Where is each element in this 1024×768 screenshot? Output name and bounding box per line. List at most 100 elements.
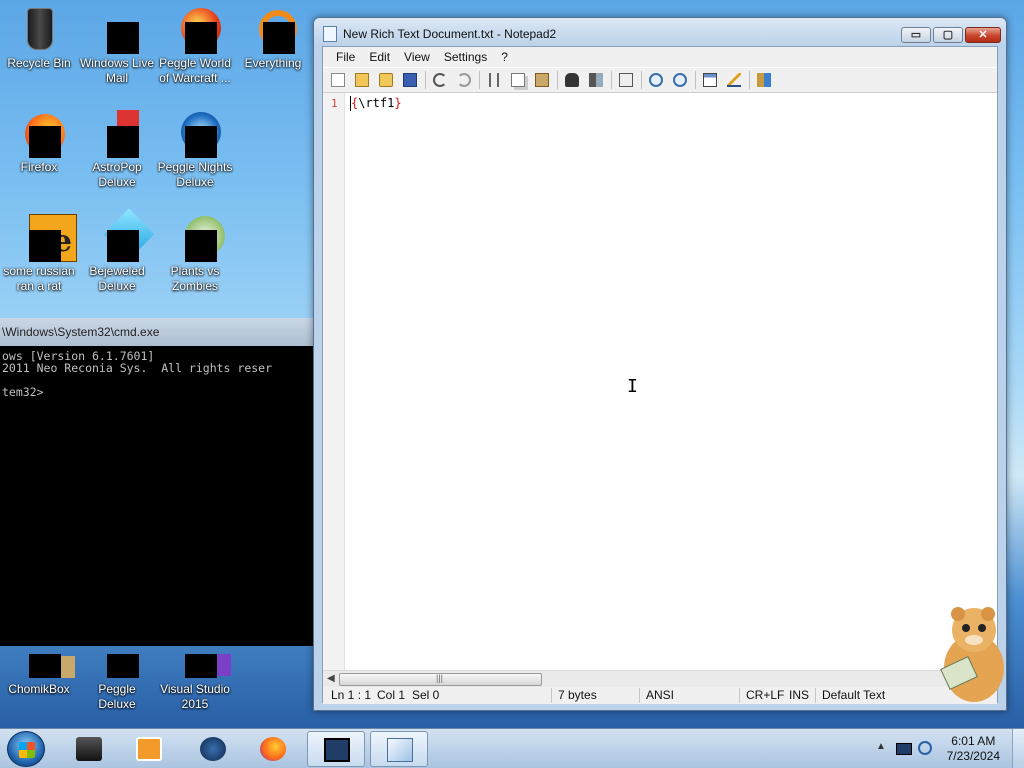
network-icon[interactable]	[896, 743, 912, 755]
horizontal-scroll-thumb[interactable]: |||	[339, 673, 542, 686]
zoom-out-icon	[673, 73, 687, 87]
desktop-icon-windows-live-mail[interactable]: Windows Live Mail	[78, 6, 156, 86]
taskbar-firefox[interactable]	[244, 731, 302, 767]
show-hidden-icons-button[interactable]: ▲	[876, 741, 886, 752]
desktop-icon-label: Peggle Deluxe	[98, 682, 136, 711]
word-wrap-button[interactable]	[617, 72, 635, 88]
action-center-icon[interactable]	[918, 741, 932, 755]
text-caret	[350, 96, 351, 111]
cmd-window[interactable]: \Windows\System32\cmd.exe ows [Version 6…	[0, 318, 313, 646]
maximize-icon: ▢	[942, 29, 954, 41]
customize-icon	[727, 73, 741, 87]
peggle-nights-icon	[171, 110, 221, 158]
redo-icon	[457, 73, 471, 87]
taskbar-globe[interactable]	[184, 731, 242, 767]
minimize-button[interactable]: ▭	[901, 27, 931, 43]
undo-icon	[433, 73, 447, 87]
cmd-icon	[324, 738, 350, 762]
customize-button[interactable]	[725, 72, 743, 88]
desktop-icon-label: Windows Live Mail	[79, 56, 155, 85]
menu-edit[interactable]: Edit	[362, 50, 397, 64]
close-button[interactable]: ✕	[965, 27, 1001, 43]
cut-icon	[489, 73, 499, 87]
chomikbox-icon	[15, 654, 75, 680]
desktop-icon-label: Plants vs Zombies	[170, 264, 220, 293]
editor-area[interactable]: 1 {\rtf1} I	[323, 93, 997, 670]
toolbar	[323, 67, 997, 93]
menu-settings[interactable]: Settings	[437, 50, 494, 64]
status-divider	[551, 688, 552, 703]
replace-button[interactable]	[587, 72, 605, 88]
menu-help[interactable]: ?	[494, 50, 515, 64]
status-eol[interactable]: CR+LF	[746, 688, 784, 702]
desktop-icon-rat[interactable]: e some russian ran a rat	[0, 214, 78, 294]
paste-button[interactable]	[533, 72, 551, 88]
notepad2-app-icon	[323, 26, 337, 42]
window-client: File Edit View Settings ? 1 {\rtf1} I ◀ …	[322, 46, 998, 704]
desktop-icon-chomikbox[interactable]: ChomikBox	[0, 654, 78, 697]
cmd-line: 2011 Neo Reconia Sys. All rights reser	[2, 361, 273, 375]
show-desktop-button[interactable]	[1012, 729, 1024, 768]
desktop-icon-peggle-deluxe[interactable]: Peggle Deluxe	[78, 654, 156, 712]
new-button[interactable]	[329, 72, 347, 88]
copy-button[interactable]	[509, 72, 527, 88]
zoom-in-button[interactable]	[647, 72, 665, 88]
status-encoding[interactable]: ANSI	[646, 688, 674, 702]
open-button[interactable]	[353, 72, 371, 88]
desktop-icon-peggle-wow[interactable]: Peggle World of Warcraft ...	[156, 6, 234, 86]
toolbar-separator	[557, 71, 558, 89]
zoom-out-button[interactable]	[671, 72, 689, 88]
desktop-icon-plants-vs-zombies[interactable]: Plants vs Zombies	[156, 214, 234, 294]
scheme-button[interactable]	[701, 72, 719, 88]
minimize-icon: ▭	[910, 29, 922, 41]
desktop-icon-recycle-bin[interactable]: Recycle Bin	[0, 6, 78, 71]
exit-button[interactable]	[755, 72, 773, 88]
editor-text: \rtf1	[358, 96, 395, 110]
scroll-left-icon[interactable]: ◀	[327, 673, 335, 684]
status-selection: Sel 0	[412, 688, 440, 702]
toolbar-separator	[749, 71, 750, 89]
taskbar-notepad2[interactable]	[370, 731, 428, 767]
menu-bar: File Edit View Settings ?	[323, 47, 997, 67]
zoom-in-icon	[649, 73, 663, 87]
hamster-reading-icon	[930, 604, 1006, 704]
window-titlebar[interactable]: New Rich Text Document.txt - Notepad2 ▭ …	[314, 18, 1006, 46]
cmd-output[interactable]: ows [Version 6.1.7601] 2011 Neo Reconia …	[0, 346, 313, 402]
desktop-icon-peggle-nights[interactable]: Peggle Nights Deluxe	[156, 110, 234, 190]
taskbar-file-explorer[interactable]	[60, 731, 118, 767]
cut-button[interactable]	[485, 72, 503, 88]
undo-button[interactable]	[431, 72, 449, 88]
desktop-icon-label: Firefox	[20, 160, 58, 174]
save-button[interactable]	[401, 72, 419, 88]
taskbar-media-player[interactable]	[120, 731, 178, 767]
desktop-icon-visual-studio[interactable]: Visual Studio 2015	[156, 654, 234, 712]
window-title: New Rich Text Document.txt - Notepad2	[343, 27, 557, 41]
menu-file[interactable]: File	[329, 50, 362, 64]
desktop-icon-bejeweled[interactable]: Bejeweled Deluxe	[78, 208, 156, 294]
start-button[interactable]	[7, 731, 45, 767]
maximize-button[interactable]: ▢	[933, 27, 963, 43]
horizontal-scrollbar[interactable]: ◀ |||	[323, 670, 997, 687]
astropop-icon	[93, 110, 141, 158]
status-bar: Ln 1 : 1 Col 1 Sel 0 7 bytes ANSI CR+LF …	[323, 687, 997, 704]
clock[interactable]: 6:01 AM 7/23/2024	[947, 734, 1000, 764]
desktop-icon-label: some russian ran a rat	[3, 264, 75, 293]
desktop-icon-label: Peggle Nights Deluxe	[157, 160, 233, 189]
taskbar-cmd[interactable]	[307, 731, 365, 767]
find-button[interactable]	[563, 72, 581, 88]
desktop-icon-astropop[interactable]: AstroPop Deluxe	[78, 110, 156, 190]
desktop-icon-everything[interactable]: Everything	[234, 6, 312, 71]
firefox-icon	[15, 110, 65, 158]
cmd-title[interactable]: \Windows\System32\cmd.exe	[0, 318, 313, 346]
desktop-icon-firefox[interactable]: Firefox	[0, 110, 78, 175]
save-icon	[403, 73, 417, 87]
notepad2-window[interactable]: New Rich Text Document.txt - Notepad2 ▭ …	[313, 17, 1007, 711]
status-scheme[interactable]: Default Text	[822, 688, 885, 702]
editor-line[interactable]: {\rtf1}	[351, 96, 402, 110]
redo-button[interactable]	[455, 72, 473, 88]
clock-date: 7/23/2024	[946, 749, 1000, 763]
media-player-icon	[136, 737, 162, 761]
status-size: 7 bytes	[558, 688, 597, 702]
menu-view[interactable]: View	[397, 50, 437, 64]
browse-button[interactable]	[377, 72, 395, 88]
